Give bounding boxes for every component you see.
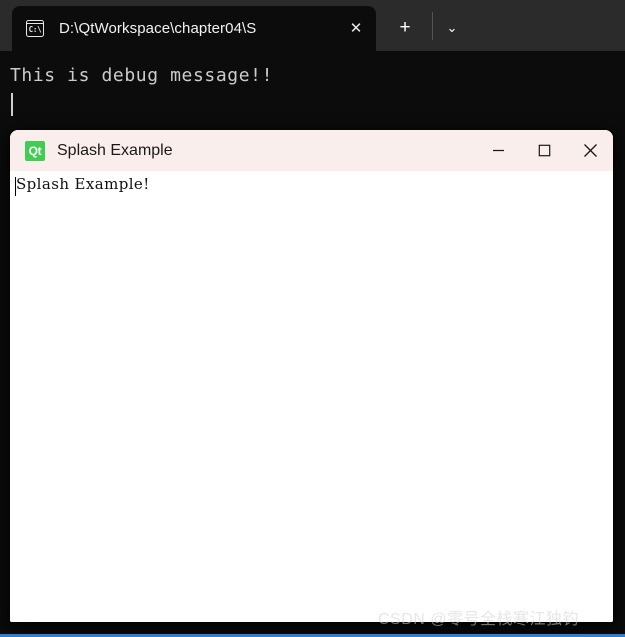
terminal-tab-bar: C:\ D:\QtWorkspace\chapter04\S ✕ + ⌄	[0, 0, 625, 51]
terminal-tab-active[interactable]: C:\ D:\QtWorkspace\chapter04\S ✕	[12, 6, 376, 51]
tab-close-icon[interactable]: ✕	[339, 12, 373, 46]
terminal-tab-title: D:\QtWorkspace\chapter04\S	[59, 20, 257, 37]
command-prompt-icon: C:\	[26, 19, 46, 39]
tabbar-divider	[432, 12, 433, 40]
qt-window-titlebar[interactable]: Qt Splash Example	[10, 130, 613, 171]
close-icon[interactable]	[567, 130, 613, 171]
new-tab-button[interactable]: +	[388, 11, 422, 43]
qt-window-client-area[interactable]: Splash Example!	[10, 171, 613, 622]
screen-root: C:\ D:\QtWorkspace\chapter04\S ✕ + ⌄ Thi…	[0, 0, 625, 637]
maximize-icon[interactable]	[521, 130, 567, 171]
minimize-icon[interactable]	[475, 130, 521, 171]
qt-window-title: Splash Example	[57, 141, 173, 159]
terminal-cursor	[11, 93, 13, 116]
command-prompt-icon-label: C:\	[28, 24, 42, 34]
qt-splash-example-window[interactable]: Qt Splash Example Splash Example!	[10, 130, 613, 622]
qt-content-label: Splash Example!	[16, 175, 150, 193]
qt-logo-label: Qt	[28, 143, 42, 158]
tab-dropdown-chevron-down-icon[interactable]: ⌄	[436, 13, 468, 41]
qt-logo-icon: Qt	[25, 140, 45, 161]
terminal-output-line: This is debug message!!	[10, 65, 274, 86]
